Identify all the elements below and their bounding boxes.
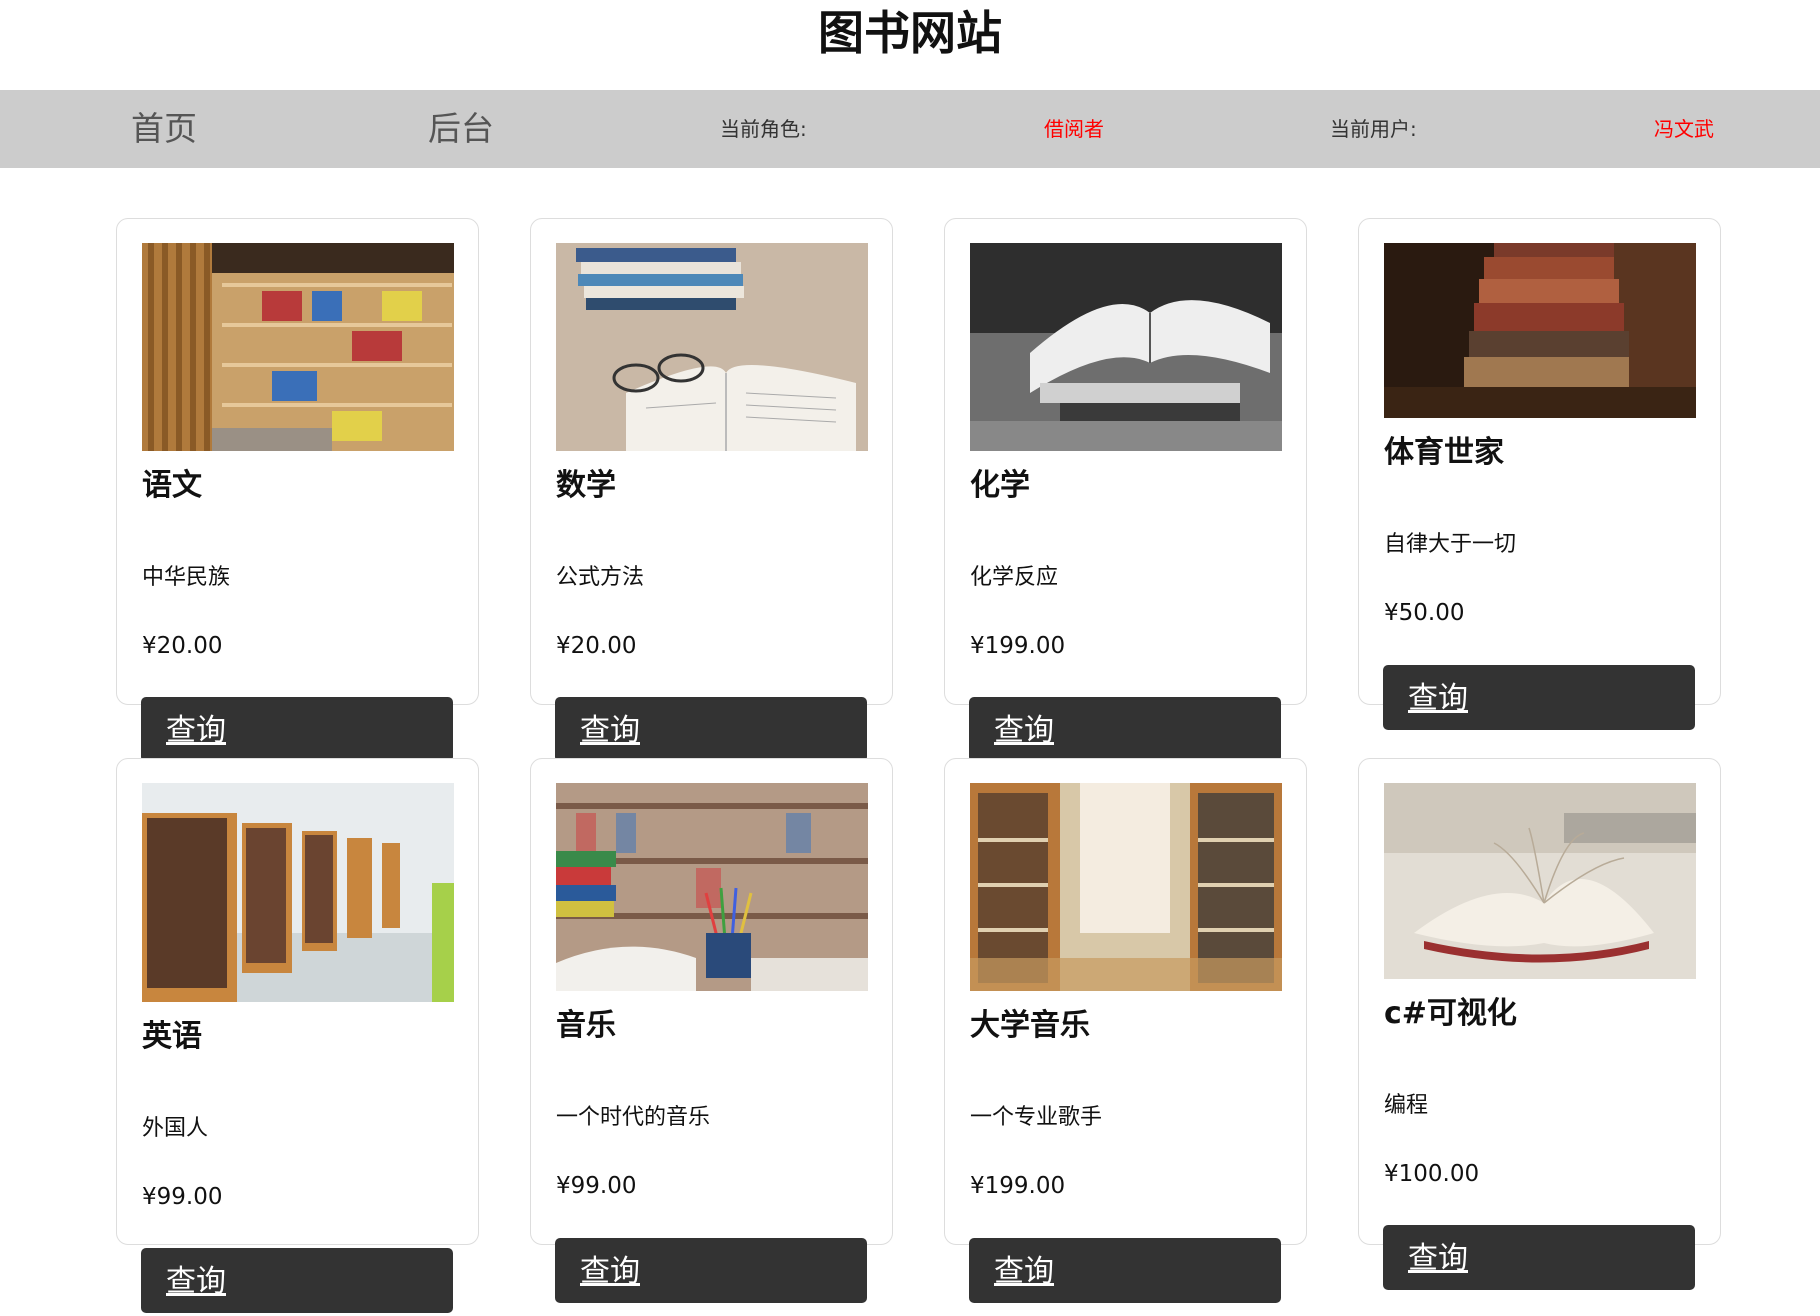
- current-role-label: 当前角色:: [720, 117, 807, 141]
- book-description: 公式方法: [556, 565, 645, 590]
- open-book-glasses-image: [556, 243, 868, 451]
- book-card: 大学音乐 一个专业歌手 ¥199.00: [944, 758, 1307, 1245]
- book-price: ¥20.00: [556, 633, 637, 659]
- query-button[interactable]: 查询: [1383, 1225, 1695, 1290]
- navbar: 首页 后台 当前角色: 借阅者 当前用户: 冯文武: [0, 90, 1820, 168]
- book-title: 音乐: [556, 1008, 616, 1043]
- book-cover-image: [142, 783, 454, 1002]
- site-title: 图书网站: [818, 6, 1002, 60]
- book-title: 语文: [142, 468, 202, 503]
- book-price: ¥199.00: [970, 633, 1066, 659]
- book-price: ¥99.00: [556, 1173, 637, 1199]
- book-cover-image: [970, 783, 1282, 991]
- query-button[interactable]: 查询: [1383, 665, 1695, 730]
- book-cover-image: [1384, 243, 1696, 418]
- book-title: 英语: [142, 1019, 202, 1054]
- query-button[interactable]: 查询: [969, 1238, 1281, 1303]
- nav-home-link[interactable]: 首页: [131, 90, 197, 168]
- book-title: 体育世家: [1384, 435, 1504, 470]
- query-button[interactable]: 查询: [969, 697, 1281, 762]
- book-price: ¥50.00: [1384, 600, 1465, 626]
- book-cover-image: [556, 243, 868, 451]
- book-title: 数学: [556, 468, 616, 503]
- book-cover-image: [142, 243, 454, 451]
- query-button[interactable]: 查询: [555, 1238, 867, 1303]
- book-cover-image: [1384, 783, 1696, 979]
- book-card: 体育世家 自律大于一切 ¥50.00: [1358, 218, 1721, 705]
- library-hall-image: [970, 783, 1282, 991]
- current-user-value: 冯文武: [1654, 117, 1714, 141]
- book-price: ¥199.00: [970, 1173, 1066, 1199]
- book-description: 中华民族: [142, 565, 231, 590]
- book-cover-image: [556, 783, 868, 991]
- book-description: 化学反应: [970, 565, 1059, 590]
- query-button[interactable]: 查询: [141, 1248, 453, 1313]
- book-description: 一个时代的音乐: [556, 1105, 711, 1130]
- book-card: 化学 化学反应 ¥199.00: [944, 218, 1307, 705]
- book-card: c#可视化 编程 ¥100.00: [1358, 758, 1721, 1245]
- query-button[interactable]: 查询: [141, 697, 453, 762]
- book-price: ¥100.00: [1384, 1161, 1480, 1187]
- book-title: 大学音乐: [970, 1008, 1090, 1043]
- bw-open-books-image: [970, 243, 1282, 451]
- book-cover-image: [970, 243, 1282, 451]
- current-user-label: 当前用户:: [1330, 117, 1417, 141]
- book-description: 自律大于一切: [1384, 532, 1517, 557]
- book-card: 数学 公式方法 ¥20.00: [530, 218, 893, 705]
- book-description: 外国人: [142, 1116, 209, 1141]
- current-role-value: 借阅者: [1044, 117, 1104, 141]
- book-card: 英语 外国人 ¥99.00: [116, 758, 479, 1245]
- book-price: ¥99.00: [142, 1184, 223, 1210]
- old-book-stack-image: [1384, 243, 1696, 418]
- nav-admin-link[interactable]: 后台: [428, 90, 494, 168]
- book-description: 编程: [1384, 1093, 1429, 1118]
- book-card: 音乐 一个时代的音乐 ¥99.00: [530, 758, 893, 1245]
- book-title: c#可视化: [1384, 996, 1517, 1031]
- book-title: 化学: [970, 468, 1030, 503]
- book-price: ¥20.00: [142, 633, 223, 659]
- open-book-pages-image: [1384, 783, 1696, 979]
- query-button[interactable]: 查询: [555, 697, 867, 762]
- books-pencil-cup-image: [556, 783, 868, 991]
- book-description: 一个专业歌手: [970, 1105, 1103, 1130]
- library-curved-shelves-image: [142, 243, 454, 451]
- library-shelves-aisle-image: [142, 783, 454, 1002]
- book-card: 语文 中华民族 ¥20.00: [116, 218, 479, 705]
